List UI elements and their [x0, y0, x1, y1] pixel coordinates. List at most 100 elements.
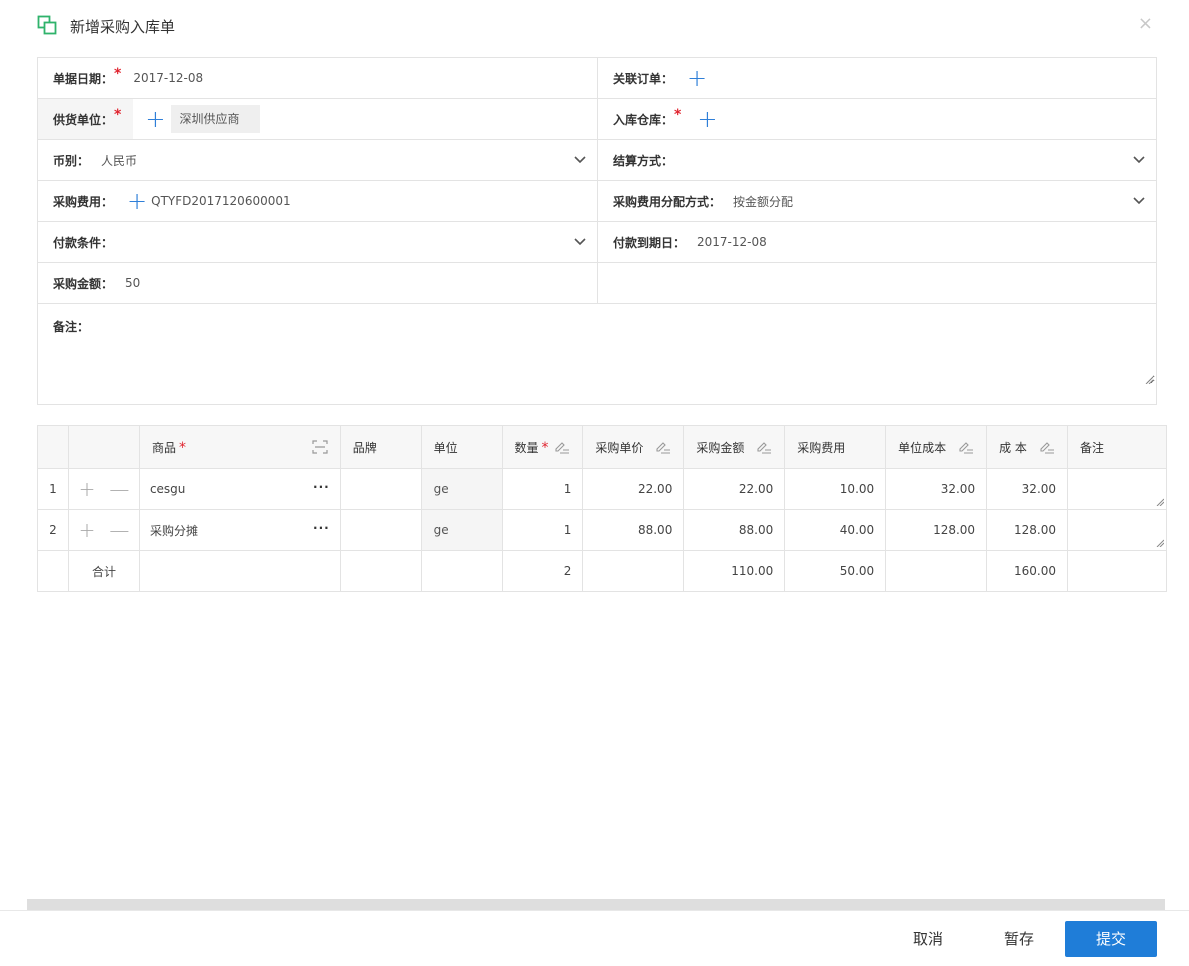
dialog-footer: 取消 暂存 提交	[0, 910, 1189, 966]
currency-select[interactable]: 币别： 人民币	[38, 140, 598, 180]
purchase-fee-field: 采购费用： + QTYFD2017120600001	[38, 181, 598, 221]
product-table: 商品 * 品牌 单位 数量 * 采购单价 采购金额 采购费用 单位成本 成 本 备注	[37, 425, 1167, 592]
fee-allocation-label: 采购费用分配方式：	[613, 194, 722, 209]
fee-allocation-select[interactable]: 采购费用分配方式： 按金额分配	[598, 181, 1157, 221]
due-date-value[interactable]: 2017-12-08	[697, 235, 767, 249]
amount-value: 50	[125, 276, 141, 290]
add-warehouse-icon[interactable]: +	[697, 107, 717, 131]
resize-handle-icon[interactable]	[1145, 376, 1153, 384]
product-grid: 商品 * 品牌 单位 数量 * 采购单价 采购金额 采购费用 单位成本 成 本 备注	[37, 425, 1167, 592]
settlement-label: 结算方式：	[613, 153, 674, 168]
col-brand: 品牌	[339, 425, 422, 469]
col-qty: 数量 *	[501, 425, 584, 469]
cost-cell[interactable]: 32.00	[986, 468, 1069, 510]
remove-row-icon[interactable]: —	[109, 477, 129, 501]
payment-terms-label: 付款条件：	[53, 235, 114, 250]
currency-label: 币别：	[53, 153, 90, 168]
total-amount: 110.00	[683, 550, 786, 592]
due-date-label: 付款到期日：	[613, 235, 686, 250]
chevron-down-icon[interactable]	[1132, 153, 1146, 167]
chevron-down-icon[interactable]	[1132, 194, 1146, 208]
remove-row-icon[interactable]: —	[109, 518, 129, 542]
batch-edit-icon[interactable]	[756, 440, 772, 454]
payment-terms-select[interactable]: 付款条件：	[38, 222, 598, 262]
related-order-field: 关联订单： +	[598, 58, 1157, 98]
copy-icon	[37, 15, 57, 35]
qty-cell[interactable]: 1	[501, 509, 584, 551]
more-icon[interactable]: ···	[313, 480, 330, 494]
total-label: 合计	[67, 550, 140, 592]
settlement-select[interactable]: 结算方式：	[598, 140, 1157, 180]
product-cell[interactable]: 采购分摊 ···	[138, 509, 341, 551]
remark-textarea[interactable]	[98, 304, 1155, 384]
col-cost: 成 本	[986, 425, 1069, 469]
unit-cost-cell[interactable]: 32.00	[885, 468, 988, 510]
purchase-fee-value[interactable]: QTYFD2017120600001	[151, 194, 291, 208]
price-cell[interactable]: 88.00	[582, 509, 685, 551]
required-mark: *	[178, 439, 186, 456]
row-index: 2	[37, 509, 69, 551]
remark-cell[interactable]	[1067, 468, 1167, 510]
brand-cell[interactable]	[339, 468, 422, 510]
price-cell[interactable]: 22.00	[582, 468, 685, 510]
close-icon[interactable]: ×	[1138, 14, 1153, 34]
batch-edit-icon[interactable]	[655, 440, 671, 454]
amount-field: 采购金额： 50	[38, 263, 598, 303]
amount-label: 采购金额：	[53, 276, 114, 291]
total-fee: 50.00	[784, 550, 887, 592]
amount-cell[interactable]: 22.00	[683, 468, 786, 510]
col-amount: 采购金额	[683, 425, 786, 469]
warehouse-field: 入库仓库： * +	[598, 99, 1157, 139]
more-icon[interactable]: ···	[313, 521, 330, 535]
qty-cell[interactable]: 1	[501, 468, 584, 510]
required-mark: *	[674, 106, 682, 123]
remark-field: 备注：	[38, 304, 1157, 405]
cost-cell[interactable]: 128.00	[986, 509, 1069, 551]
add-row-icon[interactable]: +	[79, 518, 96, 542]
doc-date-value[interactable]: 2017-12-08	[133, 71, 203, 85]
submit-button[interactable]: 提交	[1065, 921, 1157, 957]
supplier-tag[interactable]: 深圳供应商	[171, 105, 261, 133]
required-mark: *	[541, 439, 549, 456]
save-draft-button[interactable]: 暂存	[989, 921, 1049, 957]
table-header-row: 商品 * 品牌 单位 数量 * 采购单价 采购金额 采购费用 单位成本 成 本 备注	[37, 425, 1167, 469]
empty-cell	[598, 263, 1157, 303]
col-fee: 采购费用	[784, 425, 887, 469]
unit-cost-cell[interactable]: 128.00	[885, 509, 988, 551]
expand-icon[interactable]	[312, 440, 328, 454]
product-cell[interactable]: cesgu ···	[138, 468, 341, 510]
required-mark: *	[114, 65, 122, 82]
total-row: 合计 2 110.00 50.00 160.00	[37, 550, 1167, 592]
dialog-title: 新增采购入库单	[70, 18, 176, 36]
batch-edit-icon[interactable]	[958, 440, 974, 454]
col-product: 商品 *	[138, 425, 341, 469]
doc-date-field[interactable]: 单据日期： * 2017-12-08	[38, 58, 598, 98]
resize-handle-icon[interactable]	[1156, 498, 1164, 506]
brand-cell[interactable]	[339, 509, 422, 551]
fee-allocation-value: 按金额分配	[733, 194, 794, 209]
table-row: 1 + — cesgu ··· ge 1 22.00 22.00 10.00 32.…	[37, 468, 1167, 510]
order-form: 单据日期： * 2017-12-08 关联订单： + 供货单位： * + 深圳供应商…	[37, 57, 1157, 405]
add-supplier-icon[interactable]: +	[145, 107, 165, 131]
chevron-down-icon[interactable]	[573, 235, 587, 249]
chevron-down-icon[interactable]	[573, 153, 587, 167]
related-order-label: 关联订单：	[613, 71, 674, 86]
required-mark: *	[114, 107, 122, 123]
add-purchase-fee-icon[interactable]: +	[127, 189, 147, 213]
unit-cell: ge	[420, 468, 503, 510]
batch-edit-icon[interactable]	[1039, 440, 1055, 454]
col-unit-cost: 单位成本	[885, 425, 988, 469]
col-remark: 备注	[1067, 425, 1167, 469]
remark-cell[interactable]	[1067, 509, 1167, 551]
resize-handle-icon[interactable]	[1156, 539, 1164, 547]
supplier-field: 供货单位： * + 深圳供应商	[38, 99, 598, 139]
amount-cell[interactable]: 88.00	[683, 509, 786, 551]
due-date-field[interactable]: 付款到期日： 2017-12-08	[598, 222, 1157, 262]
fee-cell: 40.00	[784, 509, 887, 551]
batch-edit-icon[interactable]	[554, 440, 570, 454]
cancel-button[interactable]: 取消	[898, 921, 958, 957]
supplier-label: 供货单位：	[53, 112, 114, 127]
add-related-order-icon[interactable]: +	[687, 66, 707, 90]
add-row-icon[interactable]: +	[79, 477, 96, 501]
unit-cell: ge	[420, 509, 503, 551]
